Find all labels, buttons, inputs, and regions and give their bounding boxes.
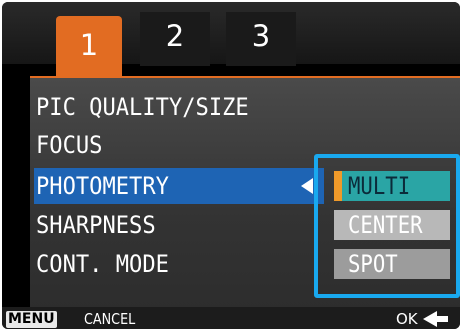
camera-menu-screen: 1 2 3 PIC QUALITY/SIZE FOCUS PHOTOMETRY …	[2, 2, 460, 329]
menu-button[interactable]: MENU	[6, 311, 57, 328]
menu-item-photometry[interactable]: PHOTOMETRY	[36, 169, 297, 203]
option-center-label: CENTER	[348, 211, 423, 239]
tab-1[interactable]: 1	[56, 16, 122, 78]
option-center[interactable]: CENTER	[334, 210, 450, 240]
cancel-label: CANCEL	[84, 310, 136, 328]
tab-2[interactable]: 2	[140, 12, 210, 66]
ok-arrow-icon	[423, 311, 437, 327]
ok-arrow-tail-icon	[436, 316, 448, 322]
option-spot[interactable]: SPOT	[334, 249, 450, 279]
menu-item-sharpness[interactable]: SHARPNESS	[36, 208, 297, 242]
menu-item-focus[interactable]: FOCUS	[36, 128, 297, 162]
menu-item-cont-mode[interactable]: CONT. MODE	[36, 247, 297, 281]
left-arrow-icon	[301, 178, 313, 194]
footer-bar	[2, 307, 460, 329]
option-multi-label: MULTI	[348, 172, 411, 200]
option-spot-label: SPOT	[348, 250, 398, 278]
menu-item-pic-quality-size[interactable]: PIC QUALITY/SIZE	[36, 90, 297, 124]
ok-label: OK	[396, 310, 418, 328]
selected-marker-icon	[334, 171, 342, 201]
tab-3[interactable]: 3	[226, 12, 296, 66]
option-multi[interactable]: MULTI	[334, 171, 450, 201]
